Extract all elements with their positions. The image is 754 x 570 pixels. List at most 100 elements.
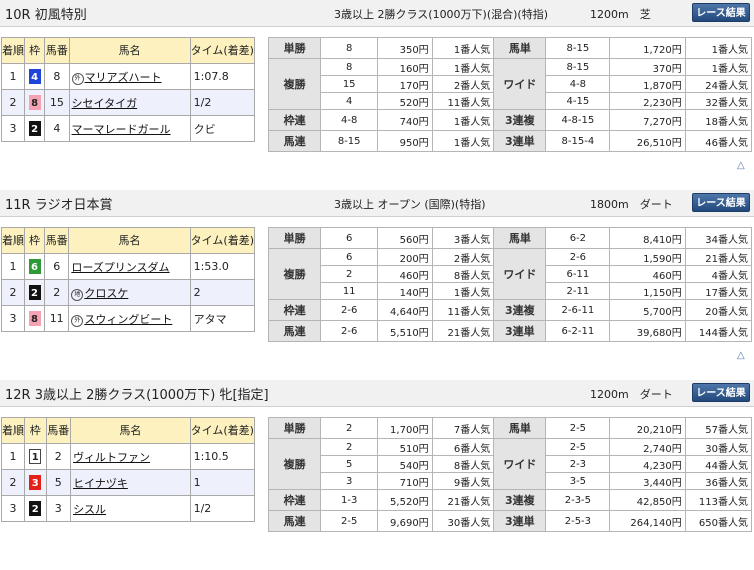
- race-block: 11R ラジオ日本賞 3歳以上 オープン (国際)(特指) 1800m ダート レース…: [0, 190, 754, 380]
- rank-header: 着順: [1, 417, 25, 444]
- horse-number-header: 馬番: [45, 417, 72, 444]
- popularity-cell: 34番人気: [684, 227, 753, 249]
- payout-table: 単勝 6 560円 3番人気 馬単 6-2 8,410円 34番人気 複勝 6 200円 2番人気 ワイ…: [267, 227, 753, 342]
- race-title: 12R 3歳以上 2勝クラス(1000万下) 牝[指定]: [5, 388, 269, 403]
- popularity-cell: 32番人気: [684, 92, 753, 110]
- bet-type-label: 3連単: [493, 510, 547, 532]
- waku-cell: 6: [23, 253, 46, 280]
- bet-type-label: 複勝: [267, 248, 322, 300]
- horse-number-cell: 2: [44, 279, 70, 306]
- combination-cell: 4-8: [320, 109, 379, 131]
- horse-name-link[interactable]: ヴィルトファン: [73, 451, 150, 464]
- payout-cell: 1,700円: [377, 417, 433, 439]
- result-table: 着順枠馬番 馬名 タイム(着差) 1 1 2 ヴィルトファン 1:10.5 2 3 5 ヒイナヅキ 1 3…: [1, 417, 256, 522]
- rank-cell: 1: [1, 443, 25, 470]
- race-result-button[interactable]: レース結果: [692, 3, 750, 22]
- result-row: 2 8 15 シセイタイガ 1/2: [1, 89, 256, 116]
- combination-cell: 2: [320, 417, 379, 439]
- horse-number-header: 馬番: [44, 37, 70, 64]
- popularity-cell: 21番人気: [684, 248, 753, 266]
- time-cell: 1:53.0: [189, 253, 256, 280]
- combination-cell: 2-6-11: [545, 299, 611, 321]
- payout-cell: 1,150円: [609, 282, 686, 300]
- result-row: 1 6 6 ローズプリンスダム 1:53.0: [1, 253, 256, 280]
- popularity-cell: 30番人気: [684, 438, 753, 456]
- bet-type-label: ワイド: [493, 248, 547, 300]
- result-table: 着順枠馬番 馬名 タイム(着差) 1 6 6 ローズプリンスダム 1:53.0 2 2 2 地クロスケ…: [1, 227, 256, 332]
- horse-name-link[interactable]: マーマレードガール: [72, 123, 171, 136]
- popularity-cell: 2番人気: [431, 248, 495, 266]
- combination-cell: 2: [320, 438, 379, 456]
- rank-cell: 2: [1, 469, 25, 496]
- horse-name-link[interactable]: シスル: [73, 503, 106, 516]
- combination-cell: 3-5: [545, 472, 611, 490]
- race-header: 11R ラジオ日本賞 3歳以上 オープン (国際)(特指) 1800m ダート レース…: [0, 190, 754, 217]
- waku-badge: 1: [29, 449, 42, 464]
- payout-row: 単勝 2 1,700円 7番人気 馬単 2-5 20,210円 57番人気: [267, 417, 753, 439]
- race-result-button[interactable]: レース結果: [692, 193, 750, 212]
- horse-name-link[interactable]: ヒイナヅキ: [73, 477, 128, 490]
- payout-cell: 460円: [609, 265, 686, 283]
- combination-cell: 4-8-15: [545, 109, 611, 131]
- payout-table: 単勝 8 350円 1番人気 馬単 8-15 1,720円 1番人気 複勝 8 160円 1番人気 ワイ…: [267, 37, 753, 152]
- time-header: タイム(着差): [189, 417, 256, 444]
- popularity-cell: 650番人気: [684, 510, 753, 532]
- bet-type-label: 馬単: [493, 227, 547, 249]
- bet-type-label: 馬単: [493, 37, 547, 59]
- popularity-cell: 21番人気: [431, 489, 495, 511]
- payout-row: 馬連 2-6 5,510円 21番人気 3連単 6-2-11 39,680円 144番人気: [267, 320, 753, 342]
- payout-cell: 370円: [609, 58, 686, 76]
- horse-name-link[interactable]: ローズプリンスダム: [71, 261, 169, 274]
- horse-number-cell: 6: [44, 253, 70, 280]
- horse-name-link[interactable]: マリアズハート: [85, 71, 162, 84]
- back-to-top-icon[interactable]: △: [737, 350, 745, 361]
- popularity-cell: 113番人気: [684, 489, 753, 511]
- payout-cell: 170円: [377, 75, 433, 93]
- payout-cell: 20,210円: [609, 417, 686, 439]
- combination-cell: 2-3: [545, 455, 611, 473]
- payout-row: 馬連 2-5 9,690円 30番人気 3連単 2-5-3 264,140円 650番人気: [267, 510, 753, 532]
- result-row: 2 2 2 地クロスケ 2: [1, 279, 256, 306]
- waku-header: 枠: [24, 417, 47, 444]
- combination-cell: 4-15: [545, 92, 611, 110]
- waku-cell: 2: [23, 279, 46, 306]
- waku-header: 枠: [23, 37, 46, 64]
- result-row: 2 3 5 ヒイナヅキ 1: [1, 469, 256, 496]
- result-row: 1 4 8 外マリアズハート 1:07.8: [1, 63, 256, 90]
- payout-cell: 140円: [377, 282, 433, 300]
- horse-name-link[interactable]: クロスケ: [84, 287, 128, 300]
- payout-cell: 5,510円: [377, 320, 433, 342]
- race-title: 10R 初風特別: [5, 8, 87, 23]
- payout-row: 複勝 6 200円 2番人気 ワイド 2-6 1,590円 21番人気: [267, 248, 753, 300]
- time-cell: 1:07.8: [189, 63, 256, 90]
- payout-cell: 1,720円: [609, 37, 686, 59]
- result-row: 3 2 4 マーマレードガール クビ: [1, 115, 256, 142]
- waku-badge: 8: [28, 311, 41, 326]
- horse-name-link[interactable]: スウィングビート: [84, 313, 172, 326]
- waku-cell: 8: [23, 89, 46, 116]
- horse-number-cell: 3: [45, 495, 72, 522]
- popularity-cell: 1番人気: [431, 58, 495, 76]
- horse-name-link[interactable]: シセイタイガ: [72, 97, 138, 110]
- payout-cell: 740円: [377, 109, 433, 131]
- horse-origin-mark: 外: [71, 72, 84, 85]
- payout-cell: 4,230円: [609, 455, 686, 473]
- result-row: 3 8 11 外スウィングビート アタマ: [1, 305, 256, 332]
- waku-cell: 2: [23, 115, 46, 142]
- race-conditions: 3歳以上 2勝クラス(1000万下)(混合)(特指): [334, 8, 549, 21]
- race-result-button[interactable]: レース結果: [692, 383, 750, 402]
- race-header: 12R 3歳以上 2勝クラス(1000万下) 牝[指定] 1200m ダート レース…: [0, 380, 754, 407]
- popularity-cell: 1番人気: [431, 130, 495, 152]
- result-header-row: 着順枠馬番 馬名 タイム(着差): [1, 227, 256, 254]
- combination-cell: 2-6: [320, 299, 379, 321]
- race-block: 12R 3歳以上 2勝クラス(1000万下) 牝[指定] 1200m ダート レース…: [0, 380, 754, 570]
- payout-cell: 350円: [377, 37, 433, 59]
- payout-cell: 8,410円: [609, 227, 686, 249]
- combination-cell: 2: [320, 265, 379, 283]
- payout-cell: 4,640円: [377, 299, 433, 321]
- combination-cell: 11: [320, 282, 379, 300]
- payout-row: 複勝 2 510円 6番人気 ワイド 2-5 2,740円 30番人気: [267, 438, 753, 490]
- combination-cell: 6-11: [545, 265, 611, 283]
- back-to-top-icon[interactable]: △: [737, 160, 745, 171]
- popularity-cell: 6番人気: [431, 438, 495, 456]
